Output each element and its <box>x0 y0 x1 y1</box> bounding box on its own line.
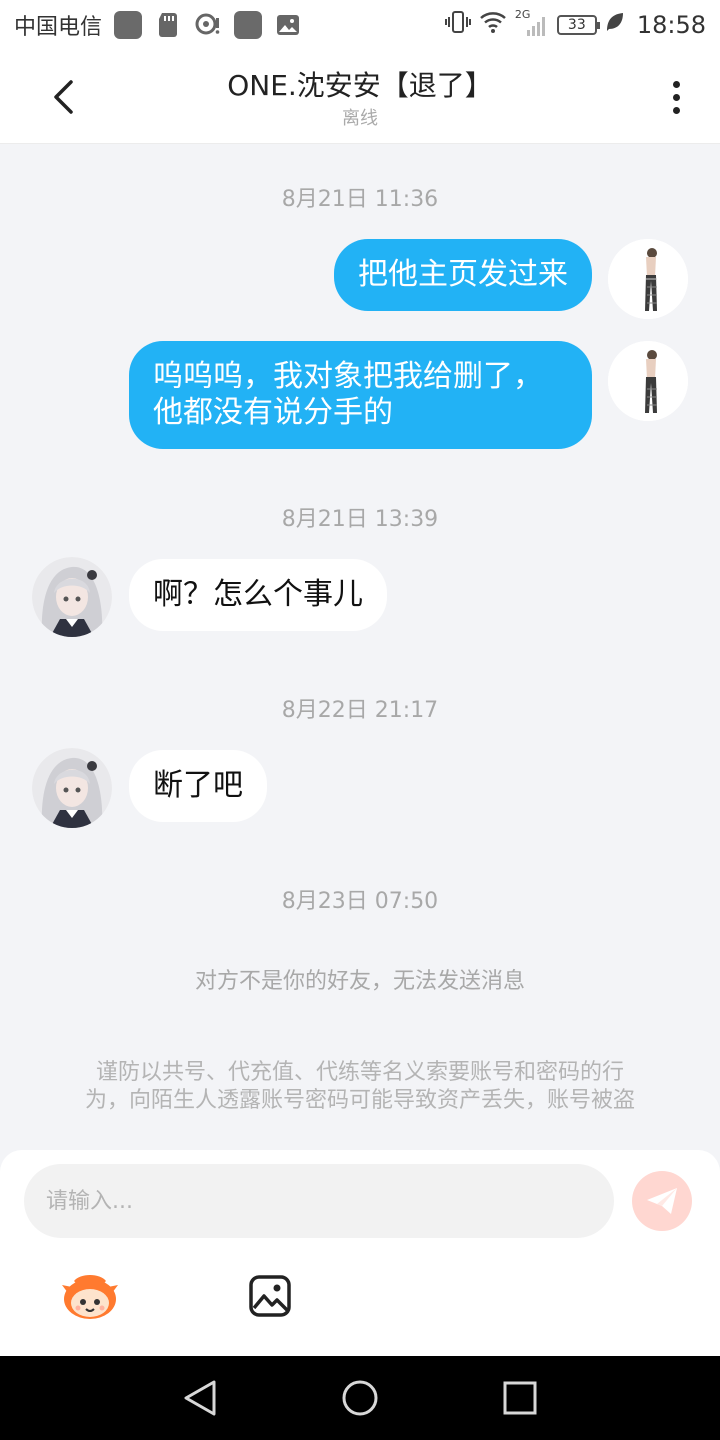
my-avatar[interactable] <box>608 239 688 319</box>
clock: 18:58 <box>636 11 706 39</box>
nav-home-button[interactable] <box>330 1368 390 1428</box>
message-input[interactable] <box>24 1164 614 1238</box>
system-nav-bar <box>0 1356 720 1440</box>
emoji-mascot-icon <box>62 1275 118 1319</box>
message-list[interactable]: 8月21日 11:36 把他主页发过来 呜呜呜，我对象把我给删了， 他都没有说分… <box>0 145 720 1150</box>
app-notification-icon <box>234 11 263 39</box>
timestamp: 8月23日 07:50 <box>281 889 439 914</box>
send-button[interactable] <box>632 1171 692 1231</box>
composer <box>0 1150 720 1356</box>
contact-avatar[interactable] <box>32 557 112 637</box>
security-warning: 谨防以共号、代充值、代练等名义索要账号和密码的行 为，向陌生人透露账号密码可能导… <box>50 1059 670 1115</box>
vibrate-icon <box>444 9 471 41</box>
send-plane-icon <box>647 1188 677 1214</box>
timestamp: 8月21日 11:36 <box>281 187 439 212</box>
timestamp: 8月22日 21:17 <box>281 698 439 723</box>
hotspot-icon <box>194 11 222 39</box>
image-icon <box>249 1275 291 1317</box>
outgoing-message[interactable]: 把他主页发过来 <box>334 239 592 311</box>
timestamp: 8月21日 13:39 <box>281 507 439 532</box>
nav-recents-button[interactable] <box>490 1368 550 1428</box>
not-friend-notice: 对方不是你的好友，无法发送消息 <box>194 969 525 994</box>
chat-header: ONE.沈安安【退了】 离线 <box>0 50 720 144</box>
app-notification-icon <box>114 11 143 39</box>
status-bar: 中国电信 2G 33 18:58 <box>0 0 720 50</box>
sd-card-icon <box>154 11 182 39</box>
message-text-line: 呜呜呜，我对象把我给删了， <box>153 359 543 394</box>
circle-home-icon <box>342 1380 378 1416</box>
contact-name: ONE.沈安安【退了】 <box>227 69 493 102</box>
signal-icon: 2G <box>515 8 549 38</box>
battery-icon: 33 <box>556 15 600 35</box>
wifi-icon <box>479 10 507 40</box>
battery-level: 33 <box>567 17 586 33</box>
warning-line: 为，向陌生人透露账号密码可能导致资产丢失，账号被盗 <box>84 1088 635 1113</box>
square-recents-icon <box>503 1381 537 1415</box>
contact-avatar[interactable] <box>32 748 112 828</box>
more-options-button[interactable] <box>656 74 696 120</box>
outgoing-message[interactable]: 呜呜呜，我对象把我给删了， 他都没有说分手的 <box>129 341 592 449</box>
nav-back-button[interactable] <box>170 1368 230 1428</box>
image-button[interactable] <box>240 1270 300 1322</box>
leaf-icon <box>605 11 625 39</box>
more-vertical-icon <box>672 80 680 88</box>
incoming-message[interactable]: 啊？怎么个事儿 <box>129 559 387 631</box>
triangle-back-icon <box>184 1380 216 1416</box>
warning-line: 谨防以共号、代充值、代练等名义索要账号和密码的行 <box>95 1060 624 1085</box>
gallery-notification-icon <box>274 11 302 39</box>
my-avatar[interactable] <box>608 341 688 421</box>
emoji-button[interactable] <box>60 1270 120 1322</box>
incoming-message[interactable]: 断了吧 <box>129 750 267 822</box>
contact-status: 离线 <box>342 108 378 129</box>
message-text-line: 他都没有说分手的 <box>153 395 393 430</box>
carrier-label: 中国电信 <box>14 15 103 40</box>
